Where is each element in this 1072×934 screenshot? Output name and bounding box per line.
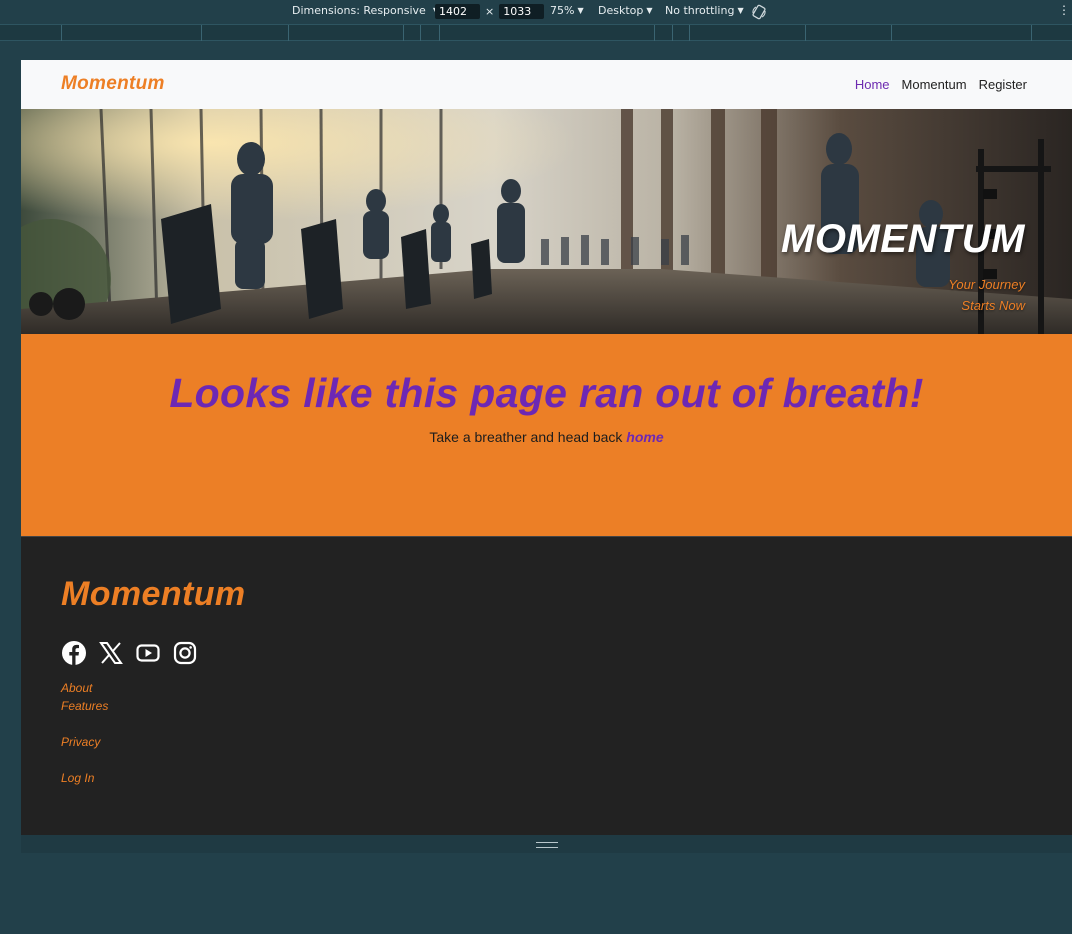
facebook-icon[interactable] — [61, 640, 87, 666]
hero-banner: MOMENTUM Your Journey Starts Now — [21, 109, 1072, 334]
devtools-toolbar: Dimensions: Responsive ▼ × 75% ▼ Desktop… — [0, 0, 1072, 24]
times-label: × — [485, 5, 495, 18]
device-value: Desktop — [598, 4, 644, 17]
footer-brand: Momentum — [61, 575, 246, 613]
instagram-icon[interactable] — [172, 640, 198, 666]
navbar-brand-link[interactable]: Momentum — [61, 73, 165, 95]
footer-link-about[interactable]: About — [61, 681, 92, 695]
zoom-dropdown[interactable]: 75% ▼ — [550, 4, 598, 17]
hero-subtitle-line1: Your Journey — [948, 277, 1025, 292]
height-input[interactable] — [499, 4, 545, 19]
media-query-ruler — [0, 24, 1072, 41]
nav-link-momentum[interactable]: Momentum — [902, 77, 967, 92]
footer: Momentum About Features Privacy Log In — [21, 536, 1072, 835]
not-found-section: Looks like this page ran out of breath! … — [21, 334, 1072, 536]
home-link[interactable]: home — [626, 429, 663, 445]
dimensions-dropdown[interactable]: Dimensions: Responsive ▼ — [292, 4, 453, 17]
not-found-heading: Looks like this page ran out of breath! — [169, 370, 924, 416]
device-dropdown[interactable]: Desktop ▼ — [598, 4, 667, 17]
navbar: Momentum Home Momentum Register — [21, 60, 1072, 109]
throttling-dropdown[interactable]: No throttling ▼ — [665, 4, 758, 17]
footer-link-features[interactable]: Features — [61, 699, 108, 713]
youtube-icon[interactable] — [135, 640, 161, 666]
dimensions-label: Dimensions: Responsive — [292, 4, 426, 17]
not-found-message: Take a breather and head back home — [21, 429, 1072, 445]
footer-link-privacy[interactable]: Privacy — [61, 735, 100, 749]
page-viewport: Momentum Home Momentum Register MOMENTUM… — [21, 60, 1072, 835]
nav-link-register[interactable]: Register — [979, 77, 1027, 92]
nav-link-home[interactable]: Home — [855, 77, 890, 92]
x-icon[interactable] — [98, 640, 124, 666]
hero-subtitle: Your Journey Starts Now — [948, 274, 1025, 316]
resize-handle[interactable] — [536, 842, 558, 848]
nav-links: Home Momentum Register — [855, 77, 1027, 92]
chevron-down-icon: ▼ — [577, 6, 584, 15]
footer-link-login[interactable]: Log In — [61, 771, 94, 785]
more-options-icon[interactable]: ⋮ — [1058, 3, 1070, 17]
social-links — [61, 640, 198, 666]
chevron-down-icon: ▼ — [737, 6, 744, 15]
throttling-value: No throttling — [665, 4, 735, 17]
zoom-value: 75% — [550, 4, 575, 17]
width-input[interactable] — [435, 4, 480, 19]
hero-title: MOMENTUM — [781, 217, 1025, 261]
not-found-message-text: Take a breather and head back — [429, 429, 627, 445]
rotate-icon[interactable] — [751, 4, 767, 23]
hero-subtitle-line2: Starts Now — [961, 298, 1025, 313]
chevron-down-icon: ▼ — [646, 6, 653, 15]
